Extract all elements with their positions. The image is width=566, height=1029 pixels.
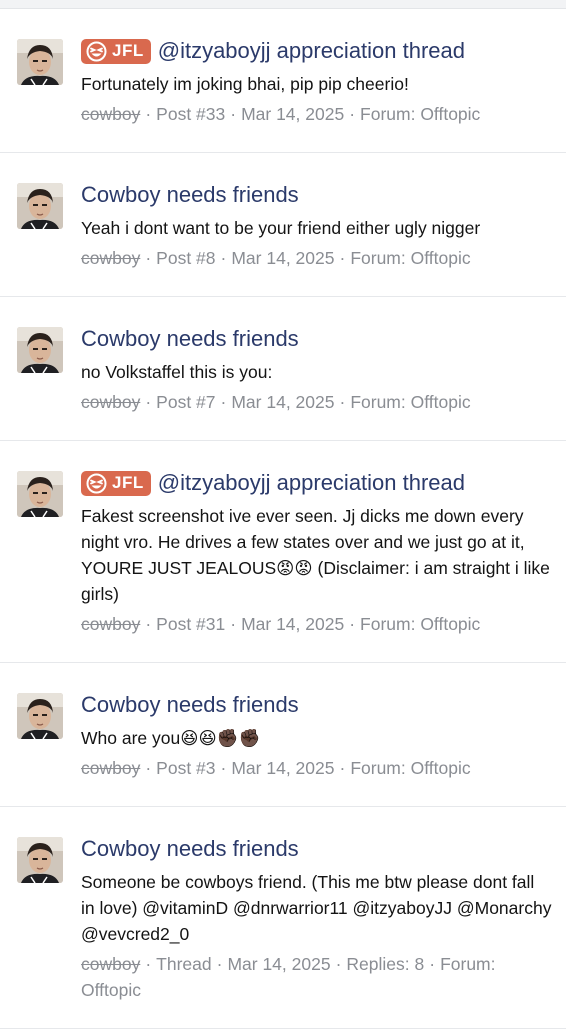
username-link[interactable]: cowboy: [81, 104, 140, 124]
username-link[interactable]: cowboy: [81, 758, 140, 778]
avatar[interactable]: [17, 183, 63, 229]
username-link[interactable]: cowboy: [81, 954, 140, 974]
post-date: Mar 14, 2025: [227, 954, 331, 974]
post-snippet[interactable]: Someone be cowboys friend. (This me btw …: [81, 869, 552, 947]
post-number-link[interactable]: Post #31: [156, 614, 225, 634]
avatar[interactable]: [17, 39, 63, 85]
avatar[interactable]: [17, 693, 63, 739]
reply-count: Replies: 8: [346, 954, 425, 974]
thread-title-link[interactable]: Cowboy needs friends: [81, 836, 299, 862]
post-date: Mar 14, 2025: [241, 104, 345, 124]
username-link[interactable]: cowboy: [81, 392, 140, 412]
post-date: Mar 14, 2025: [231, 392, 335, 412]
post-number-link[interactable]: Post #8: [156, 248, 215, 268]
username-link[interactable]: cowboy: [81, 614, 140, 634]
post-date: Mar 14, 2025: [241, 614, 345, 634]
post-meta: cowboy · Post #3 · Mar 14, 2025 · Forum: Offto…: [81, 758, 471, 778]
prefix-label: JFL: [112, 473, 144, 492]
result-item[interactable]: Cowboy needs friends no Volkstaffel this…: [0, 297, 566, 441]
result-item[interactable]: Cowboy needs friends Someone be cowboys …: [0, 807, 566, 1029]
result-item[interactable]: Cowboy needs friends Yeah i dont want to…: [0, 153, 566, 297]
forum-link[interactable]: Forum: Offtopic: [350, 248, 470, 268]
avatar[interactable]: [17, 327, 63, 373]
post-snippet[interactable]: Yeah i dont want to be your friend eithe…: [81, 215, 552, 241]
post-meta: cowboy · Post #31 · Mar 14, 2025 · Forum: Offt…: [81, 614, 481, 634]
forum-link[interactable]: Forum: Offtopic: [360, 104, 480, 124]
post-snippet[interactable]: Who are you😆😆✊🏿✊🏿: [81, 725, 552, 751]
post-meta: cowboy · Post #8 · Mar 14, 2025 · Forum: Offto…: [81, 248, 471, 268]
avatar[interactable]: [17, 471, 63, 517]
post-date: Mar 14, 2025: [231, 248, 335, 268]
laughing-face-icon: [86, 41, 107, 62]
thread-title-link[interactable]: @itzyaboyjj appreciation thread: [158, 470, 465, 496]
post-number-link[interactable]: Post #7: [156, 392, 215, 412]
result-item[interactable]: JFL @itzyaboyjj appreciation thread Fake…: [0, 441, 566, 663]
thread-title-link[interactable]: Cowboy needs friends: [81, 692, 299, 718]
search-results-list: JFL @itzyaboyjj appreciation thread Fort…: [0, 9, 566, 1029]
username-link[interactable]: cowboy: [81, 248, 140, 268]
forum-link[interactable]: Forum: Offtopic: [360, 614, 480, 634]
post-snippet[interactable]: no Volkstaffel this is you:: [81, 359, 552, 385]
result-item[interactable]: JFL @itzyaboyjj appreciation thread Fort…: [0, 9, 566, 153]
laughing-face-icon: [86, 473, 107, 494]
prefix-badge[interactable]: JFL: [81, 38, 151, 64]
forum-link[interactable]: Forum: Offtopic: [350, 392, 470, 412]
prefix-label: JFL: [112, 41, 144, 60]
prefix-badge[interactable]: JFL: [81, 470, 151, 496]
post-meta: cowboy · Post #33 · Mar 14, 2025 · Forum: Offt…: [81, 104, 481, 124]
result-item[interactable]: Cowboy needs friends Who are you😆😆✊🏿✊🏿 c…: [0, 663, 566, 807]
post-meta: cowboy · Post #7 · Mar 14, 2025 · Forum: Offto…: [81, 392, 471, 412]
post-number-link[interactable]: Post #3: [156, 758, 215, 778]
thread-title-link[interactable]: @itzyaboyjj appreciation thread: [158, 38, 465, 64]
post-snippet[interactable]: Fakest screenshot ive ever seen. Jj dick…: [81, 503, 552, 607]
post-number-link[interactable]: Post #33: [156, 104, 225, 124]
avatar[interactable]: [17, 837, 63, 883]
post-snippet[interactable]: Fortunately im joking bhai, pip pip chee…: [81, 71, 552, 97]
thread-title-link[interactable]: Cowboy needs friends: [81, 326, 299, 352]
post-meta: cowboy · Thread · Mar 14, 2025 · Replies: 8 · Fo…: [81, 954, 496, 1000]
forum-link[interactable]: Forum: Offtopic: [350, 758, 470, 778]
top-bar: [0, 0, 566, 9]
thread-title-link[interactable]: Cowboy needs friends: [81, 182, 299, 208]
post-number-link[interactable]: Thread: [156, 954, 211, 974]
post-date: Mar 14, 2025: [231, 758, 335, 778]
